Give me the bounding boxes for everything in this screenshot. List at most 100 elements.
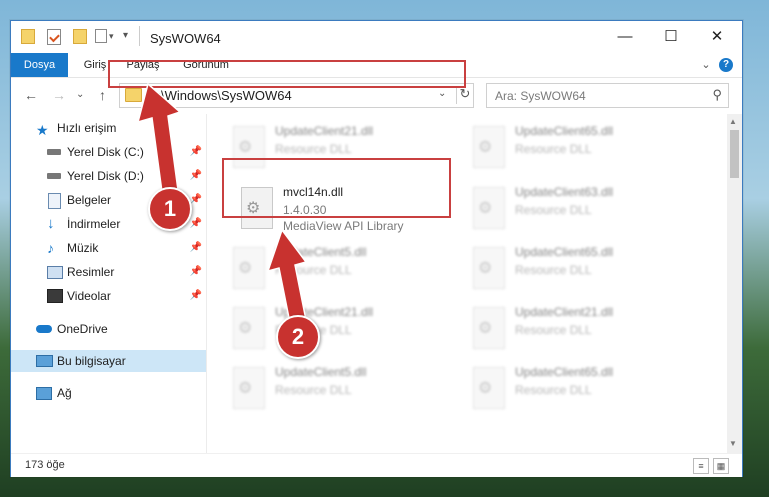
forward-button[interactable]: →: [52, 87, 66, 103]
search-input[interactable]: Ara: SysWOW64 ⚲: [486, 83, 729, 108]
recent-locations-icon[interactable]: ⌄: [76, 89, 84, 100]
file-type: Resource DLL: [275, 263, 352, 277]
list-item[interactable]: ⚙ UpdateClient63.dll Resource DLL: [467, 179, 687, 239]
sidebar-item-pictures[interactable]: Resimler 📌: [11, 261, 206, 283]
folder-icon: [21, 29, 35, 44]
gear-icon: ⚙: [478, 380, 493, 397]
chevron-down-icon[interactable]: ▾: [109, 31, 114, 42]
help-icon[interactable]: ?: [719, 53, 735, 77]
file-name: UpdateClient5.dll: [275, 365, 367, 379]
file-name: UpdateClient21.dll: [275, 124, 374, 138]
address-highlight: [108, 60, 466, 88]
sidebar-item-music[interactable]: ♪ Müzik 📌: [11, 237, 206, 259]
pin-icon[interactable]: 📌: [190, 141, 202, 163]
file-type: Resource DLL: [515, 263, 592, 277]
sidebar-item-quick-access[interactable]: ★ Hızlı erişim: [11, 117, 206, 139]
sidebar-item-label: Müzik: [67, 241, 99, 255]
gear-icon: ⚙: [238, 139, 253, 156]
ribbon-expand-icon[interactable]: ⌄: [699, 53, 713, 77]
sidebar-item-label: Hızlı erişim: [57, 121, 117, 135]
tab-file[interactable]: Dosya: [11, 53, 68, 77]
chevron-down-icon[interactable]: ⌄: [438, 88, 446, 99]
search-icon[interactable]: ⚲: [712, 87, 722, 103]
gear-icon: ⚙: [478, 320, 493, 337]
title-bar: ▾ ▾ SysWOW64 — ☐ ✕: [11, 21, 742, 53]
drive-icon: [47, 173, 61, 179]
sidebar-item-label: Ağ: [57, 386, 72, 400]
gear-icon: ⚙: [238, 320, 253, 337]
star-icon: ★: [36, 122, 49, 138]
window-title: SysWOW64: [150, 31, 221, 46]
navigation-pane: ★ Hızlı erişim Yerel Disk (C:) 📌 Yerel D…: [11, 114, 206, 453]
list-item[interactable]: ⚙ UpdateClient65.dll Resource DLL: [467, 118, 687, 178]
pin-icon[interactable]: 📌: [190, 213, 202, 235]
file-type: Resource DLL: [275, 142, 352, 156]
list-item[interactable]: ⚙ UpdateClient65.dll Resource DLL: [467, 359, 687, 419]
back-button[interactable]: ←: [24, 87, 38, 103]
sidebar-item-network[interactable]: Ağ: [11, 382, 206, 404]
divider: [139, 26, 140, 46]
file-type: Resource DLL: [515, 323, 592, 337]
item-count: 173 öğe: [25, 459, 65, 471]
sidebar-item-disk-c[interactable]: Yerel Disk (C:) 📌: [11, 141, 206, 163]
sidebar-item-this-pc[interactable]: Bu bilgisayar: [11, 350, 206, 372]
file-type: Resource DLL: [515, 203, 592, 217]
explorer-window: ▾ ▾ SysWOW64 — ☐ ✕ Dosya Giriş Paylaş Gö…: [10, 20, 743, 477]
sidebar-item-label: Yerel Disk (D:): [67, 169, 144, 183]
sidebar-item-disk-d[interactable]: Yerel Disk (D:) 📌: [11, 165, 206, 187]
step-2-badge: 2: [276, 315, 320, 359]
list-item[interactable]: ⚙ UpdateClient5.dll Resource DLL: [227, 239, 447, 299]
new-folder-icon[interactable]: [73, 29, 87, 44]
sidebar-item-label: Resimler: [67, 265, 115, 279]
music-icon: ♪: [47, 240, 54, 256]
list-item[interactable]: ⚙ UpdateClient65.dll Resource DLL: [467, 239, 687, 299]
gear-icon: ⚙: [478, 139, 493, 156]
scroll-up-icon[interactable]: ▲: [729, 117, 737, 126]
list-item[interactable]: ⚙ UpdateClient21.dll Resource DLL: [467, 299, 687, 359]
pin-icon[interactable]: 📌: [190, 261, 202, 283]
file-name: UpdateClient5.dll: [275, 245, 367, 259]
scroll-thumb[interactable]: [730, 130, 739, 178]
sidebar-item-label: İndirmeler: [67, 217, 121, 231]
sidebar-item-videos[interactable]: Videolar 📌: [11, 285, 206, 307]
sidebar-item-label: Yerel Disk (C:): [67, 145, 144, 159]
download-icon: ↓: [47, 215, 55, 232]
folder-icon: [125, 88, 142, 102]
file-description: MediaView API Library: [283, 219, 404, 233]
pin-icon[interactable]: 📌: [190, 165, 202, 187]
gear-icon: ⚙: [478, 260, 493, 277]
file-highlight: [222, 158, 451, 218]
network-icon: [36, 387, 52, 400]
close-button[interactable]: ✕: [694, 21, 740, 53]
file-type: Resource DLL: [515, 383, 592, 397]
file-name: UpdateClient21.dll: [515, 305, 614, 319]
file-type: Resource DLL: [515, 142, 592, 156]
sidebar-item-label: Videolar: [67, 289, 111, 303]
sidebar-item-onedrive[interactable]: OneDrive: [11, 318, 206, 340]
scroll-down-icon[interactable]: ▼: [729, 439, 737, 448]
large-icons-view-icon[interactable]: ▦: [713, 458, 729, 474]
up-button[interactable]: ↑: [99, 87, 106, 103]
list-item[interactable]: ⚙ UpdateClient21.dll Resource DLL: [227, 299, 447, 359]
sidebar-item-label: Belgeler: [67, 193, 112, 207]
vertical-scrollbar[interactable]: ▲ ▼: [727, 114, 742, 453]
computer-icon: [36, 355, 53, 367]
quick-access-toolbar-icon[interactable]: ▾: [123, 30, 128, 41]
maximize-button[interactable]: ☐: [648, 21, 694, 53]
file-name: UpdateClient65.dll: [515, 124, 614, 138]
cloud-icon: [36, 325, 52, 333]
pin-icon[interactable]: 📌: [190, 237, 202, 259]
properties-icon[interactable]: [47, 29, 61, 45]
refresh-icon[interactable]: ↻: [456, 86, 473, 104]
minimize-button[interactable]: —: [602, 21, 648, 53]
list-item[interactable]: ⚙ UpdateClient5.dll Resource DLL: [227, 359, 447, 419]
file-name: UpdateClient65.dll: [515, 365, 614, 379]
customize-icon[interactable]: [95, 29, 107, 43]
step-1-badge: 1: [148, 187, 192, 231]
address-path[interactable]: C:\Windows\SysWOW64: [148, 88, 292, 103]
drive-icon: [47, 149, 61, 155]
pin-icon[interactable]: 📌: [190, 285, 202, 307]
gear-icon: ⚙: [238, 380, 253, 397]
gear-icon: ⚙: [238, 260, 253, 277]
details-view-icon[interactable]: ≡: [693, 458, 709, 474]
